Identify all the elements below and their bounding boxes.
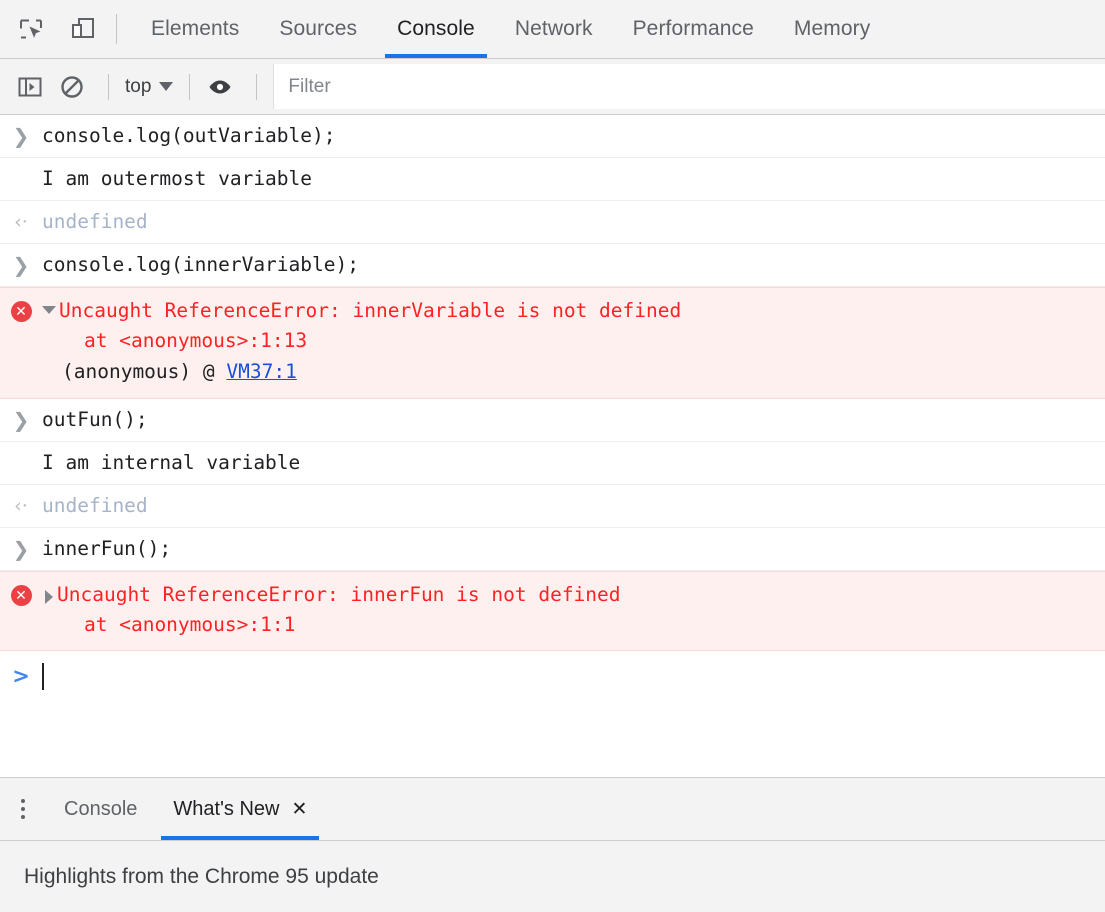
show-console-sidebar-icon[interactable] [12,69,48,105]
drawer-content: Highlights from the Chrome 95 update [0,841,1105,912]
toolbar-divider [189,73,191,100]
console-error-header[interactable]: ✕ Uncaught ReferenceError: innerFun is n… [0,580,1105,610]
console-error-header[interactable]: ✕ Uncaught ReferenceError: innerVariable… [0,296,1105,326]
expanded-triangle-icon[interactable] [42,306,56,314]
prompt-chevron-icon: > [12,664,30,688]
drawer-tab-whats-new[interactable]: What's New ✕ [155,778,325,840]
drawer-tab-console-label: Console [64,797,138,820]
whats-new-heading: Highlights from the Chrome 95 update [24,864,379,888]
input-chevron-icon: ❯ [0,122,42,149]
chevron-down-icon [159,82,174,91]
error-badge-glyph: ✕ [10,301,32,322]
search-input[interactable] [273,64,1105,109]
tab-network[interactable]: Network [495,0,613,58]
console-result-text: undefined [42,210,148,233]
console-log-text: I am outermost variable [42,167,313,190]
return-arrow-glyph: ‹· [14,495,28,517]
console-log-text: I am internal variable [42,451,301,474]
console-filter-wrap [273,59,1105,114]
console-error-stack: at <anonymous>:1:13 [84,329,308,352]
console-input-text: console.log(innerVariable); [42,253,359,276]
tab-sources-label: Sources [279,17,358,40]
tab-memory-label: Memory [793,17,871,40]
error-badge-icon: ✕ [0,580,42,606]
devtools-panel-tabs: Elements Sources Console Network Perform… [131,0,890,58]
kebab-dot [21,815,25,819]
console-message-list[interactable]: ❯ console.log(outVariable); I am outermo… [0,115,1105,777]
toolbar-divider [116,14,117,44]
clear-console-icon[interactable] [54,69,90,105]
devtools-tool-icons [0,0,100,58]
execution-context-selector[interactable]: top [121,74,177,100]
text-caret [42,662,44,690]
tab-memory[interactable]: Memory [774,0,890,58]
console-input-text: outFun(); [42,408,148,431]
more-options-kebab-icon[interactable] [0,778,46,840]
tab-performance-label: Performance [632,17,754,40]
devtools-window: Elements Sources Console Network Perform… [0,0,1105,912]
console-input-row[interactable]: ❯ console.log(outVariable); [0,115,1105,158]
console-input-row[interactable]: ❯ innerFun(); [0,528,1105,571]
tab-elements-label: Elements [151,17,240,40]
return-arrow-icon: ‹· [0,492,42,519]
console-input-row[interactable]: ❯ console.log(innerVariable); [0,244,1105,287]
close-icon[interactable]: ✕ [291,799,307,819]
drawer-tab-console[interactable]: Console [46,778,155,840]
console-result-text: undefined [42,494,148,517]
console-log-row: I am outermost variable [0,158,1105,201]
devtools-main-tabbar: Elements Sources Console Network Perform… [0,0,1105,59]
console-error-stack: at <anonymous>:1:1 [84,613,296,636]
device-toolbar-icon[interactable] [66,12,100,46]
input-chevron-glyph: ❯ [12,124,30,148]
log-gutter [0,165,42,166]
console-input-text: console.log(outVariable); [42,124,336,147]
input-chevron-glyph: ❯ [12,408,30,432]
console-input-text: innerFun(); [42,537,172,560]
console-error-source-prefix: (anonymous) @ [62,360,227,383]
toolbar-divider [108,73,109,100]
devtools-drawer: Console What's New ✕ Highlights from the… [0,777,1105,912]
console-error-source-row: (anonymous) @ VM37:1 [0,356,1105,388]
tab-performance[interactable]: Performance [613,0,774,58]
input-chevron-glyph: ❯ [12,537,30,561]
tab-network-label: Network [514,17,593,40]
input-chevron-glyph: ❯ [12,253,30,277]
console-toolbar: top [0,59,1105,115]
input-chevron-icon: ❯ [0,251,42,278]
return-arrow-glyph: ‹· [14,211,28,233]
tab-console-label: Console [397,17,475,40]
collapsed-triangle-icon[interactable] [45,590,53,604]
console-result-row: ‹· undefined [0,201,1105,244]
create-live-expression-icon[interactable] [202,69,238,105]
console-log-row: I am internal variable [0,442,1105,485]
error-badge-icon: ✕ [0,296,42,322]
tab-sources[interactable]: Sources [259,0,377,58]
log-gutter [0,449,42,450]
error-badge-glyph: ✕ [10,585,32,606]
inspect-element-icon[interactable] [14,12,48,46]
console-input-row[interactable]: ❯ outFun(); [0,399,1105,442]
tab-elements[interactable]: Elements [131,0,259,58]
tab-console[interactable]: Console [377,0,495,58]
console-prompt-row[interactable]: > [0,651,1105,701]
drawer-tabbar: Console What's New ✕ [0,778,1105,841]
drawer-tab-whats-new-label: What's New [173,797,280,820]
console-error-row[interactable]: ✕ Uncaught ReferenceError: innerFun is n… [0,571,1105,651]
input-chevron-icon: ❯ [0,406,42,433]
console-error-row[interactable]: ✕ Uncaught ReferenceError: innerVariable… [0,287,1105,399]
execution-context-value: top [125,75,152,97]
console-result-row: ‹· undefined [0,485,1105,528]
console-error-message: Uncaught ReferenceError: innerVariable i… [59,299,682,322]
kebab-dot [21,807,25,811]
toolbar-divider [256,73,258,100]
kebab-dot [21,799,25,803]
source-link[interactable]: VM37:1 [226,360,296,383]
console-error-message: Uncaught ReferenceError: innerFun is not… [57,583,621,606]
input-chevron-icon: ❯ [0,535,42,562]
return-arrow-icon: ‹· [0,208,42,235]
